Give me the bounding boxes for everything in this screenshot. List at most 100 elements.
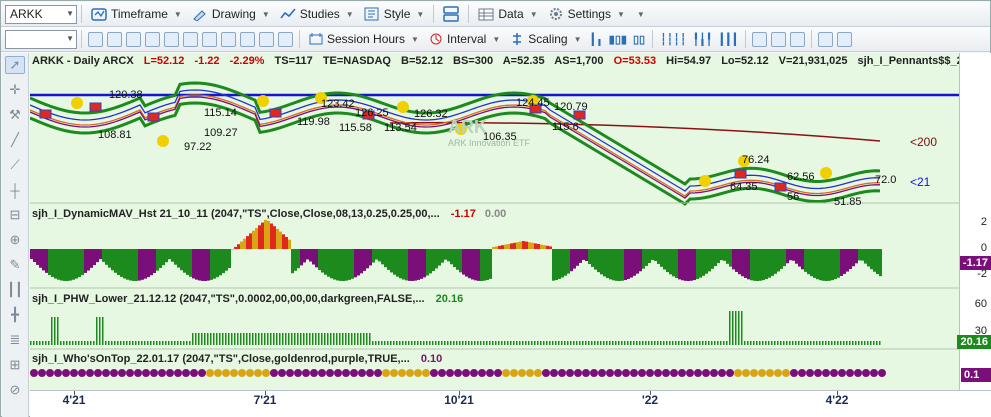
- phw-bar: [603, 341, 605, 345]
- drawing-button[interactable]: Drawing ▼: [187, 4, 275, 25]
- phw-bar: [75, 341, 77, 345]
- interval-button[interactable]: Interval ▼: [424, 29, 505, 50]
- line-tool-icon[interactable]: ⟋: [5, 156, 25, 174]
- phw-bar: [636, 341, 638, 345]
- indicator-icon[interactable]: [259, 31, 274, 47]
- phw-bar: [669, 341, 671, 345]
- chart-type-icon[interactable]: [126, 31, 141, 47]
- histogram-bar: [240, 241, 243, 249]
- new-window-icon[interactable]: [837, 31, 853, 47]
- scaling-button[interactable]: Scaling ▼: [505, 29, 586, 50]
- phw-bar: [459, 341, 461, 345]
- histogram-bar: [588, 249, 591, 265]
- data-button[interactable]: Data ▼: [473, 4, 542, 25]
- crosshair-tool-icon[interactable]: [88, 31, 103, 47]
- phw-bar: [261, 333, 263, 345]
- chevron-down-icon[interactable]: ▼: [66, 9, 74, 18]
- chart-panel[interactable]: ARKK - Daily ARCX L=52.12 -1.22 -2.29% T…: [30, 53, 959, 390]
- phw-bar: [531, 341, 533, 345]
- status-title: ARKK - Daily ARCX: [32, 55, 134, 67]
- refresh-icon[interactable]: [164, 31, 179, 47]
- phw-bar: [249, 333, 251, 345]
- phw-bar: [744, 341, 746, 345]
- session-hours-button[interactable]: Session Hours ▼: [304, 29, 424, 50]
- phw-bar: [513, 341, 515, 345]
- phw-bar: [399, 341, 401, 345]
- channel-icon[interactable]: ⊟: [5, 206, 25, 224]
- histogram-bar: [879, 249, 882, 277]
- chevron-down-icon[interactable]: ▼: [66, 34, 74, 43]
- data-icon: [478, 8, 494, 21]
- dot-chart-icon[interactable]: ┆┆┆┆: [660, 33, 687, 46]
- zoom-out-icon[interactable]: [771, 31, 787, 47]
- gann-icon[interactable]: ╋: [5, 306, 25, 324]
- workspace-select[interactable]: ▼: [5, 29, 77, 49]
- trendline-icon[interactable]: ╱: [5, 131, 25, 149]
- symbol-input[interactable]: ARKK ▼: [5, 4, 77, 24]
- panels-button[interactable]: [438, 4, 464, 25]
- zoom-chart-icon[interactable]: [183, 31, 198, 47]
- studies-button[interactable]: Studies ▼: [275, 4, 359, 25]
- histogram-bar: [342, 249, 345, 281]
- time-axis[interactable]: 4'21 7'21 10'21 '22 4'22: [30, 390, 991, 417]
- histogram-bar: [39, 249, 42, 268]
- grid-settings-icon[interactable]: [278, 31, 293, 47]
- pen-icon[interactable]: ✎: [5, 256, 25, 274]
- histogram-bar: [57, 249, 60, 280]
- vertical-lines-icon[interactable]: ┃┃: [5, 281, 25, 299]
- pennant-marker: [774, 182, 787, 192]
- histogram-bar: [522, 241, 525, 249]
- phw-bar: [366, 333, 368, 345]
- histogram-bar: [525, 241, 528, 249]
- magnet-icon[interactable]: ⊘: [5, 381, 25, 399]
- who-on-top-dot: [750, 369, 758, 377]
- histogram-bar: [519, 241, 522, 249]
- phw-bar: [288, 333, 290, 345]
- zoom-in-icon[interactable]: [752, 31, 768, 47]
- hollow-candle-icon[interactable]: ▯▯: [633, 33, 645, 46]
- candle-style-icon[interactable]: ▮▯▮: [609, 33, 627, 46]
- panels-icon: [443, 6, 460, 22]
- phw-bar: [411, 341, 413, 345]
- template-icon[interactable]: [240, 31, 255, 47]
- histogram-bar: [708, 249, 711, 272]
- price-label: 106.35: [483, 131, 517, 143]
- interval-icon: [430, 33, 442, 45]
- text-icon[interactable]: ≣: [5, 331, 25, 349]
- horizontal-line-icon[interactable]: ┼: [5, 181, 25, 199]
- histogram-bar: [816, 249, 819, 280]
- pennant-marker: [734, 169, 747, 179]
- bar-style-icon[interactable]: ┃╻: [590, 33, 603, 46]
- pointer-tool-icon[interactable]: ➚: [5, 56, 25, 74]
- crosshair-icon[interactable]: ✛: [5, 81, 25, 99]
- wrench-icon[interactable]: ⚒: [5, 106, 25, 124]
- link-tool-icon[interactable]: [107, 31, 122, 47]
- line-chart-icon[interactable]: ╿╽╿: [693, 33, 713, 46]
- phw-bar: [384, 341, 386, 345]
- layout-icon[interactable]: [221, 31, 236, 47]
- histogram-bar: [561, 249, 564, 278]
- overflow-button[interactable]: ▼: [630, 4, 650, 25]
- who-on-top-dot: [718, 369, 726, 377]
- phw-bar: [360, 333, 362, 345]
- bar-chart-icon[interactable]: [145, 31, 160, 47]
- settings-button[interactable]: Settings ▼: [543, 4, 630, 25]
- fibonacci-icon[interactable]: ⊕: [5, 231, 25, 249]
- phw-bar: [693, 341, 695, 345]
- style-button[interactable]: Style ▼: [359, 4, 430, 25]
- scaling-icon: [513, 33, 522, 45]
- histogram-bar: [876, 249, 879, 275]
- histogram-bar: [159, 249, 162, 268]
- add-chart-icon[interactable]: [818, 31, 834, 47]
- timeframe-button[interactable]: Timeframe ▼: [86, 4, 187, 25]
- toolbar-divider: [81, 30, 82, 48]
- grid-icon[interactable]: [202, 31, 217, 47]
- fit-icon[interactable]: [790, 31, 806, 47]
- histogram-bar: [252, 230, 255, 249]
- histogram-bar: [873, 249, 876, 272]
- histogram-bar: [810, 249, 813, 277]
- caret-down-icon: ▼: [345, 9, 354, 19]
- ohlc-icon[interactable]: ┃┃┃: [718, 33, 738, 46]
- measure-icon[interactable]: ⊞: [5, 356, 25, 374]
- price-axis[interactable]: 2 0 -2 -1.17 60 30 20.16 0.1: [957, 53, 991, 390]
